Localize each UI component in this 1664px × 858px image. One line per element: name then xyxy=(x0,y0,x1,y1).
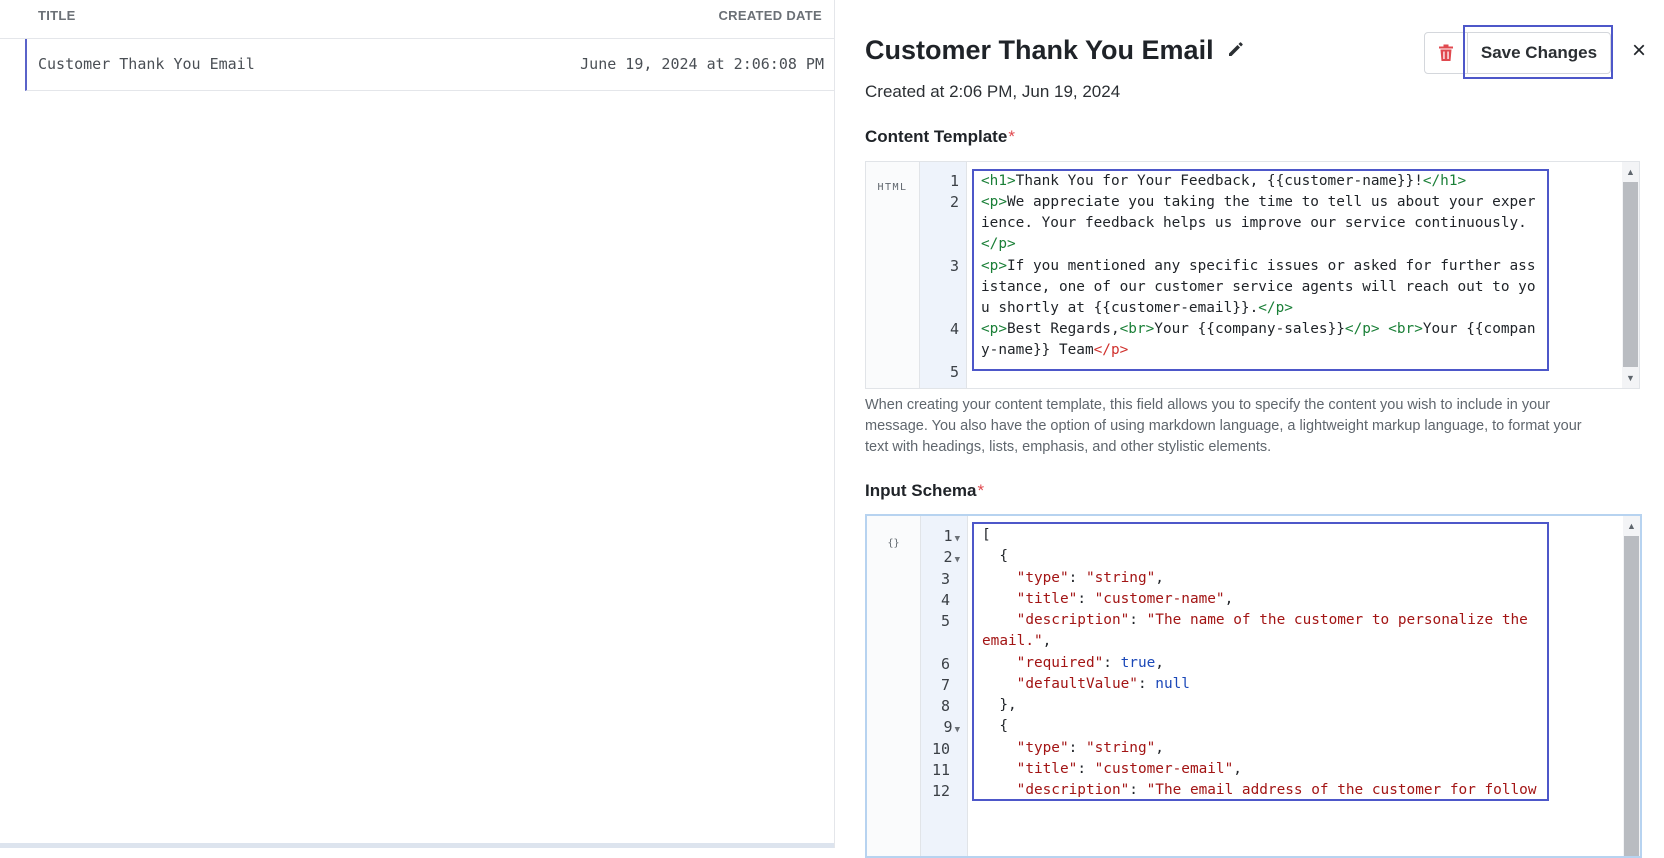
line-number: 12 xyxy=(931,782,950,800)
editor-mode-column: {} xyxy=(867,516,921,856)
list-item-created-date: June 19, 2024 at 2:06:08 PM xyxy=(580,55,824,73)
template-detail-panel: Customer Thank You Email Created at 2:06… xyxy=(835,0,1664,858)
code-line: email.", xyxy=(982,633,1052,649)
horizontal-scrollbar[interactable] xyxy=(0,843,834,848)
line-number: 10 xyxy=(931,740,950,758)
line-number: 6 xyxy=(940,655,950,673)
code-line: y-name}} Team</p> xyxy=(981,342,1129,358)
scroll-down-arrow[interactable]: ▼ xyxy=(1622,370,1639,386)
editor-scrollbar[interactable]: ▲ xyxy=(1623,516,1640,856)
page-title: Customer Thank You Email xyxy=(865,35,1246,66)
content-template-label-text: Content Template xyxy=(865,127,1008,146)
line-number-text: 1 xyxy=(943,527,953,545)
line-number: 11 xyxy=(931,761,950,779)
editor-scrollbar[interactable]: ▲ ▼ xyxy=(1622,162,1639,388)
editor-mode-label: HTML xyxy=(877,182,908,193)
trash-icon xyxy=(1439,44,1453,61)
code-line: "title": "customer-name", xyxy=(1016,591,1234,607)
close-icon[interactable]: × xyxy=(1628,37,1650,64)
content-template-label: Content Template* xyxy=(865,127,1015,147)
line-number: 4 xyxy=(949,320,959,338)
input-schema-editor[interactable]: {} 1 ▼ 2 ▼ 3 4 5 6 7 8 9 ▼ 10 11 12 [ { "ty… xyxy=(865,514,1642,858)
line-number: 7 xyxy=(940,676,950,694)
line-number: 3 xyxy=(949,257,959,275)
column-header-title[interactable]: TITLE xyxy=(38,8,76,23)
line-number: 3 xyxy=(940,570,950,588)
input-schema-label-text: Input Schema xyxy=(865,481,977,500)
required-mark: * xyxy=(1008,127,1015,146)
editor-mode-label: {} xyxy=(887,538,900,549)
scroll-thumb[interactable] xyxy=(1624,536,1639,856)
template-list-panel: TITLE CREATED DATE Customer Thank You Em… xyxy=(0,0,836,848)
created-timestamp: Created at 2:06 PM, Jun 19, 2024 xyxy=(865,82,1121,101)
code-line: "type": "string", xyxy=(1016,740,1164,756)
line-number: 1 xyxy=(949,172,959,190)
scroll-thumb[interactable] xyxy=(1623,182,1638,367)
fold-arrow-icon[interactable]: ▼ xyxy=(955,555,960,565)
code-line: [ xyxy=(982,527,991,543)
line-number: 4 xyxy=(940,591,950,609)
scroll-up-arrow[interactable]: ▲ xyxy=(1623,518,1640,534)
code-line: { xyxy=(982,548,1008,564)
content-template-editor[interactable]: HTML 1 2 3 4 5 <h1>Thank You for Your Fe… xyxy=(865,161,1640,389)
code-line: "description": "The name of the customer… xyxy=(1016,612,1528,628)
pencil-icon[interactable] xyxy=(1226,35,1246,66)
code-line: ience. Your feedback helps us improve ou… xyxy=(981,215,1527,231)
line-number: 8 xyxy=(940,697,950,715)
line-number-gutter: 1 ▼ 2 ▼ 3 4 5 6 7 8 9 ▼ 10 11 12 xyxy=(921,516,968,856)
required-mark: * xyxy=(977,481,985,500)
scroll-up-arrow[interactable]: ▲ xyxy=(1622,164,1639,180)
code-line: "type": "string", xyxy=(1016,570,1164,586)
code-line: "title": "customer-email", xyxy=(1016,761,1242,777)
line-number: 1 ▼ xyxy=(944,527,960,545)
code-line: u shortly at {{customer-email}}.</p> xyxy=(981,300,1293,316)
line-number: 2 xyxy=(949,193,959,211)
template-title: Customer Thank You Email xyxy=(865,35,1214,65)
list-item[interactable]: Customer Thank You Email June 19, 2024 a… xyxy=(25,39,836,91)
editor-mode-column: HTML xyxy=(866,162,920,388)
code-line: <p>If you mentioned any specific issues … xyxy=(981,258,1536,274)
fold-arrow-icon[interactable]: ▼ xyxy=(955,534,960,544)
code-line: <h1>Thank You for Your Feedback, {{custo… xyxy=(981,173,1467,189)
code-line: istance, one of our customer service age… xyxy=(981,279,1536,295)
line-number-text: 2 xyxy=(943,548,953,566)
code-line: "required": true, xyxy=(1016,655,1164,671)
column-header-created-date[interactable]: CREATED DATE xyxy=(718,8,822,23)
line-number: 5 xyxy=(940,612,950,630)
code-line: { xyxy=(982,718,1008,734)
save-changes-button[interactable]: Save Changes xyxy=(1467,32,1611,74)
code-line: </p> xyxy=(981,236,1016,252)
line-number: 5 xyxy=(949,363,959,381)
list-item-title: Customer Thank You Email xyxy=(38,55,255,73)
code-line: <p>Best Regards,<br>Your {{company-sales… xyxy=(981,321,1536,337)
input-schema-label: Input Schema* xyxy=(865,481,984,501)
line-number-gutter: 1 2 3 4 5 xyxy=(920,162,967,388)
code-line: }, xyxy=(982,697,1017,713)
list-header: TITLE CREATED DATE xyxy=(0,0,834,39)
fold-arrow-icon[interactable]: ▼ xyxy=(955,725,960,735)
code-line: <p>We appreciate you taking the time to … xyxy=(981,194,1536,210)
delete-button[interactable] xyxy=(1424,32,1468,74)
code-line: "defaultValue": null xyxy=(1016,676,1190,692)
line-number: 9 ▼ xyxy=(944,718,960,736)
content-template-help: When creating your content template, thi… xyxy=(865,397,1582,455)
line-number: 2 ▼ xyxy=(944,548,960,566)
code-line: "description": "The email address of the… xyxy=(1016,782,1537,798)
line-number-text: 9 xyxy=(943,718,953,736)
